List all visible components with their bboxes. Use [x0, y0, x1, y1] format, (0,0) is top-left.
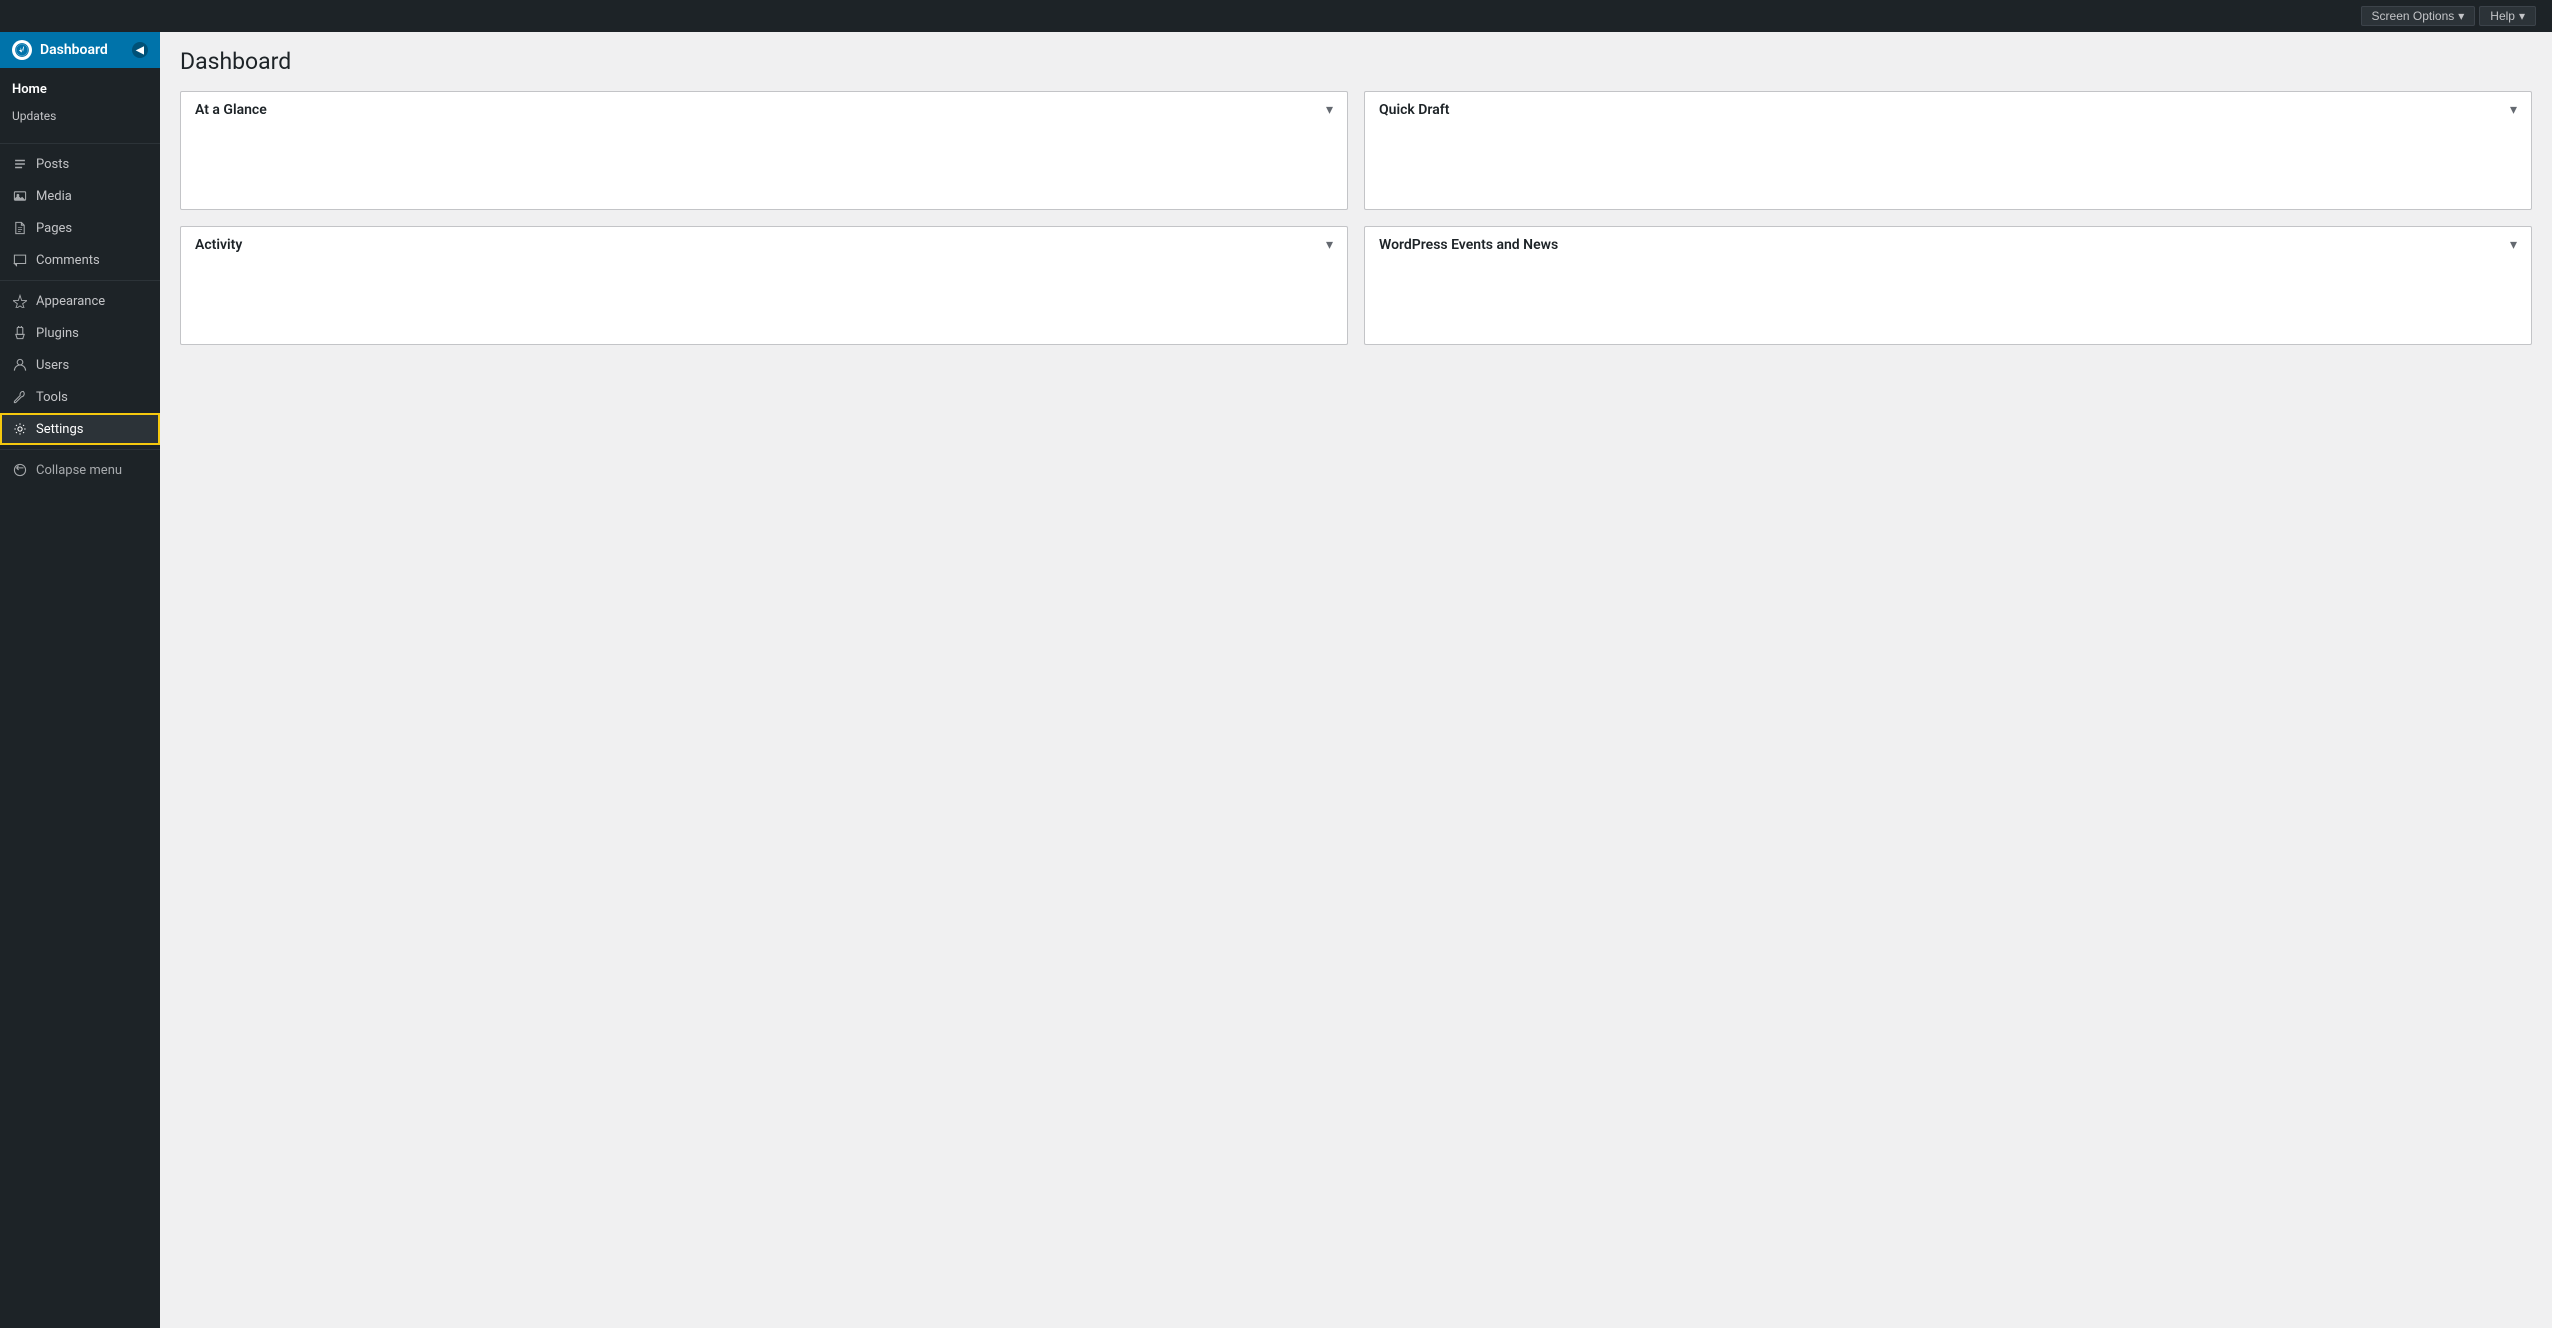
panel-wp-events-body — [1365, 264, 2531, 344]
page-title: Dashboard — [180, 48, 2532, 75]
panel-activity: Activity ▾ — [180, 226, 1348, 345]
sidebar-nav: Posts Media Pages Comments — [0, 148, 160, 445]
screen-options-dropdown-icon: ▾ — [2458, 9, 2464, 23]
panel-quick-draft: Quick Draft ▾ — [1364, 91, 2532, 210]
sidebar-divider-3 — [0, 449, 160, 450]
panels-row-2: Activity ▾ WordPress Events and News ▾ — [180, 226, 2532, 345]
panel-wp-events-toggle-icon: ▾ — [2510, 237, 2517, 253]
sidebar-divider-2 — [0, 280, 160, 281]
help-label: Help — [2490, 9, 2515, 23]
panel-at-a-glance-toggle-icon: ▾ — [1326, 102, 1333, 118]
sidebar-item-comments-label: Comments — [36, 253, 100, 268]
sidebar-item-appearance[interactable]: Appearance — [0, 285, 160, 317]
sidebar-divider-1 — [0, 143, 160, 144]
sidebar-item-posts-label: Posts — [36, 157, 69, 172]
sidebar-item-updates[interactable]: Updates — [0, 105, 160, 133]
users-icon — [12, 357, 28, 373]
posts-icon — [12, 156, 28, 172]
panel-quick-draft-title: Quick Draft — [1379, 102, 1449, 118]
panel-activity-body — [181, 264, 1347, 344]
sidebar-item-home[interactable]: Home — [0, 74, 160, 105]
main-layout: Dashboard ◀ Home Updates Posts Medi — [0, 32, 2552, 1328]
panel-activity-title: Activity — [195, 237, 242, 253]
sidebar-item-plugins[interactable]: Plugins — [0, 317, 160, 349]
collapse-menu-label: Collapse menu — [36, 463, 122, 478]
sidebar-item-appearance-label: Appearance — [36, 294, 105, 309]
sidebar-item-pages-label: Pages — [36, 221, 72, 236]
sidebar-item-settings[interactable]: Settings — [0, 413, 160, 445]
screen-options-label: Screen Options — [2372, 9, 2455, 23]
content-area: Dashboard At a Glance ▾ Quick Draft ▾ — [160, 32, 2552, 1328]
sidebar: Dashboard ◀ Home Updates Posts Medi — [0, 32, 160, 1328]
pages-icon — [12, 220, 28, 236]
settings-icon — [12, 421, 28, 437]
media-icon — [12, 188, 28, 204]
top-bar-buttons: Screen Options ▾ Help ▾ — [2361, 6, 2536, 26]
sidebar-item-posts[interactable]: Posts — [0, 148, 160, 180]
sidebar-item-media[interactable]: Media — [0, 180, 160, 212]
sidebar-dashboard-header[interactable]: Dashboard ◀ — [0, 32, 160, 68]
sidebar-home-section: Home Updates — [0, 68, 160, 139]
collapse-menu-button[interactable]: Collapse menu — [0, 454, 160, 486]
wp-logo-icon — [12, 40, 32, 60]
panel-at-a-glance: At a Glance ▾ — [180, 91, 1348, 210]
panel-quick-draft-body — [1365, 129, 2531, 209]
sidebar-item-plugins-label: Plugins — [36, 326, 79, 341]
panel-at-a-glance-title: At a Glance — [195, 102, 267, 118]
sidebar-item-pages[interactable]: Pages — [0, 212, 160, 244]
collapse-menu-icon — [12, 462, 28, 478]
sidebar-item-users-label: Users — [36, 358, 69, 373]
panel-wp-events-header[interactable]: WordPress Events and News ▾ — [1365, 227, 2531, 264]
panel-wp-events-title: WordPress Events and News — [1379, 237, 1558, 253]
panel-quick-draft-toggle-icon: ▾ — [2510, 102, 2517, 118]
top-admin-bar: Screen Options ▾ Help ▾ — [0, 0, 2552, 32]
sidebar-item-settings-label: Settings — [36, 422, 83, 437]
sidebar-item-comments[interactable]: Comments — [0, 244, 160, 276]
screen-options-button[interactable]: Screen Options ▾ — [2361, 6, 2476, 26]
comments-icon — [12, 252, 28, 268]
sidebar-collapse-arrow-icon: ◀ — [132, 42, 148, 58]
panel-wp-events: WordPress Events and News ▾ — [1364, 226, 2532, 345]
dashboard-label: Dashboard — [40, 42, 108, 58]
sidebar-item-users[interactable]: Users — [0, 349, 160, 381]
panel-at-a-glance-header[interactable]: At a Glance ▾ — [181, 92, 1347, 129]
appearance-icon — [12, 293, 28, 309]
help-button[interactable]: Help ▾ — [2479, 6, 2536, 26]
sidebar-item-tools[interactable]: Tools — [0, 381, 160, 413]
sidebar-item-tools-label: Tools — [36, 390, 68, 405]
panel-quick-draft-header[interactable]: Quick Draft ▾ — [1365, 92, 2531, 129]
panel-at-a-glance-body — [181, 129, 1347, 209]
plugins-icon — [12, 325, 28, 341]
panel-activity-header[interactable]: Activity ▾ — [181, 227, 1347, 264]
panel-activity-toggle-icon: ▾ — [1326, 237, 1333, 253]
panels-row-1: At a Glance ▾ Quick Draft ▾ — [180, 91, 2532, 210]
help-dropdown-icon: ▾ — [2519, 9, 2525, 23]
sidebar-item-media-label: Media — [36, 189, 72, 204]
tools-icon — [12, 389, 28, 405]
